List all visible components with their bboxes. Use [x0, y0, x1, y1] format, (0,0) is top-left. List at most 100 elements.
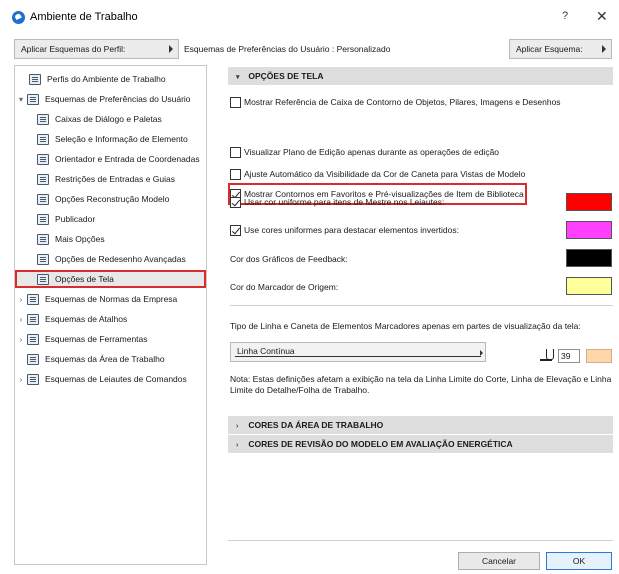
model-rebuild-icon	[37, 193, 49, 205]
section-title: OPÇÕES DE TELA	[248, 71, 324, 81]
inverted-color-swatch[interactable]	[566, 221, 612, 239]
marker-line-label: Tipo de Linha e Caneta de Elementos Marc…	[230, 321, 581, 331]
expand-arrow-icon[interactable]: ›	[17, 315, 25, 324]
scheme-toolbar: Aplicar Esquemas do Perfil: Esquemas de …	[0, 34, 619, 64]
tree-item-publisher[interactable]: Publicador	[15, 210, 206, 228]
user-preferences-icon	[27, 93, 39, 105]
option-label: Use cores uniformes para destacar elemen…	[244, 225, 459, 235]
chevron-right-icon: ›	[236, 442, 239, 449]
xyz-coordinates-icon	[37, 153, 49, 165]
tree-item-workspace[interactable]: Esquemas da Área de Trabalho	[15, 350, 206, 368]
more-options-icon	[37, 233, 49, 245]
tree-item-user-preference-schemes[interactable]: ▾ Esquemas de Preferências do Usuário	[15, 90, 206, 108]
help-button[interactable]: ?	[562, 10, 568, 22]
note-text: Nota: Estas definições afetam a exibição…	[230, 374, 612, 395]
checkbox[interactable]	[230, 168, 241, 180]
pen-color-swatch[interactable]	[586, 349, 612, 363]
profiles-icon	[29, 73, 41, 85]
settings-tree: Perfis do Ambiente de Trabalho ▾ Esquema…	[14, 65, 207, 565]
tree-item-label: Esquemas de Normas da Empresa	[45, 294, 178, 304]
tree-item-label: Esquemas da Área de Trabalho	[45, 354, 165, 364]
tree-item-redraw-options[interactable]: Opções de Redesenho Avançadas	[15, 250, 206, 268]
option-edit-plane[interactable]: Visualizar Plano de Edição apenas durant…	[230, 144, 499, 160]
collapse-arrow-icon[interactable]: ▾	[17, 95, 25, 104]
pen-icon	[540, 349, 554, 361]
tree-item-coordinates[interactable]: Orientador e Entrada de Coordenadas	[15, 150, 206, 168]
tree-item-label: Opções Reconstrução Modelo	[55, 194, 170, 204]
tree-item-label: Restrições de Entradas e Guias	[55, 174, 176, 184]
triangle-right-icon	[480, 350, 483, 356]
ok-button[interactable]: OK	[546, 552, 612, 570]
archicad-app-icon	[12, 11, 25, 24]
tree-item-tools[interactable]: › Esquemas de Ferramentas	[15, 330, 206, 348]
tree-item-command-layouts[interactable]: › Esquemas de Leiautes de Comandos	[15, 370, 206, 388]
checkbox[interactable]	[230, 146, 241, 158]
cancel-button[interactable]: Cancelar	[458, 552, 540, 570]
origin-color-label: Cor do Marcador de Origem:	[230, 282, 339, 292]
option-label: Usar cor uniforme para itens de Mestre n…	[244, 197, 445, 207]
tree-item-label: Esquemas de Preferências do Usuário	[45, 94, 191, 104]
pen-number-input[interactable]: 39	[558, 349, 580, 363]
feedback-color-swatch[interactable]	[566, 249, 612, 267]
energy-review-colors-header[interactable]: › CORES DE REVISÃO DO MODELO EM AVALIAÇÃ…	[228, 435, 613, 453]
expand-arrow-icon[interactable]: ›	[17, 295, 25, 304]
tree-item-input-constraints[interactable]: Restrições de Entradas e Guias	[15, 170, 206, 188]
apply-scheme-button[interactable]: Aplicar Esquema:	[509, 39, 612, 59]
apply-scheme-label: Aplicar Esquema:	[516, 44, 583, 54]
tree-item-selection-info[interactable]: Seleção e Informação de Elemento	[15, 130, 206, 148]
option-inverted-uniform-color[interactable]: Use cores uniformes para destacar elemen…	[230, 222, 459, 238]
tree-item-label: Opções de Redesenho Avançadas	[55, 254, 186, 264]
screen-options-icon	[37, 273, 49, 285]
publisher-icon	[37, 213, 49, 225]
screen-options-header[interactable]: ▾ OPÇÕES DE TELA	[228, 67, 613, 85]
tree-item-more-options[interactable]: Mais Opções	[15, 230, 206, 248]
command-layouts-icon	[27, 373, 39, 385]
section-title: CORES DA ÁREA DE TRABALHO	[248, 420, 384, 430]
tree-item-shortcuts[interactable]: › Esquemas de Atalhos	[15, 310, 206, 328]
tree-item-dialogs-palettes[interactable]: Caixas de Diálogo e Paletas	[15, 110, 206, 128]
option-label: Mostrar Referência de Caixa de Contorno …	[244, 97, 561, 107]
option-label: Visualizar Plano de Edição apenas durant…	[244, 147, 500, 157]
workspace-icon	[27, 353, 39, 365]
input-constraints-icon	[37, 173, 49, 185]
redraw-options-icon	[37, 253, 49, 265]
tree-item-label: Esquemas de Leiautes de Comandos	[45, 374, 187, 384]
tree-item-screen-options[interactable]: Opções de Tela	[15, 270, 206, 288]
option-master-uniform-color[interactable]: Usar cor uniforme para itens de Mestre n…	[230, 194, 444, 210]
option-bounding-box-reference[interactable]: Mostrar Referência de Caixa de Contorno …	[230, 94, 561, 110]
apply-profile-schemes-label: Aplicar Esquemas do Perfil:	[21, 44, 126, 54]
expand-arrow-icon[interactable]: ›	[17, 375, 25, 384]
chevron-right-icon: ›	[236, 423, 239, 430]
shortcuts-icon	[27, 313, 39, 325]
master-color-swatch[interactable]	[566, 193, 612, 211]
tree-item-label: Orientador e Entrada de Coordenadas	[55, 154, 200, 164]
tree-item-label: Perfis do Ambiente de Trabalho	[47, 74, 166, 84]
triangle-right-icon	[169, 45, 173, 53]
checkbox[interactable]	[230, 96, 241, 108]
line-type-value: Linha Contínua	[237, 346, 295, 356]
tree-item-workspace-profiles[interactable]: Perfis do Ambiente de Trabalho	[15, 70, 206, 88]
option-auto-pen-visibility[interactable]: Ajuste Automático da Visibilidade da Cor…	[230, 166, 525, 182]
tree-item-model-rebuild[interactable]: Opções Reconstrução Modelo	[15, 190, 206, 208]
window-title: Ambiente de Trabalho	[30, 11, 138, 23]
expand-arrow-icon[interactable]: ›	[17, 335, 25, 344]
title-bar: Ambiente de Trabalho ? ✕	[0, 0, 619, 34]
apply-profile-schemes-button[interactable]: Aplicar Esquemas do Perfil:	[14, 39, 179, 59]
tools-icon	[27, 333, 39, 345]
checkbox-checked[interactable]	[230, 224, 241, 236]
option-label: Ajuste Automático da Visibilidade da Cor…	[244, 169, 526, 179]
tree-item-label: Caixas de Diálogo e Paletas	[55, 114, 162, 124]
close-button[interactable]: ✕	[596, 8, 608, 25]
dialogs-palettes-icon	[37, 113, 49, 125]
company-standards-icon	[27, 293, 39, 305]
selection-info-icon	[37, 133, 49, 145]
workspace-colors-header[interactable]: › CORES DA ÁREA DE TRABALHO	[228, 416, 613, 434]
line-type-select[interactable]: Linha Contínua	[230, 342, 486, 362]
origin-color-swatch[interactable]	[566, 277, 612, 295]
tree-item-company-standards[interactable]: › Esquemas de Normas da Empresa	[15, 290, 206, 308]
chevron-down-icon: ▾	[236, 74, 240, 81]
checkbox-checked[interactable]	[230, 196, 241, 208]
tree-item-label: Opções de Tela	[55, 274, 114, 284]
tree-item-label: Publicador	[55, 214, 96, 224]
triangle-right-icon	[602, 45, 606, 53]
